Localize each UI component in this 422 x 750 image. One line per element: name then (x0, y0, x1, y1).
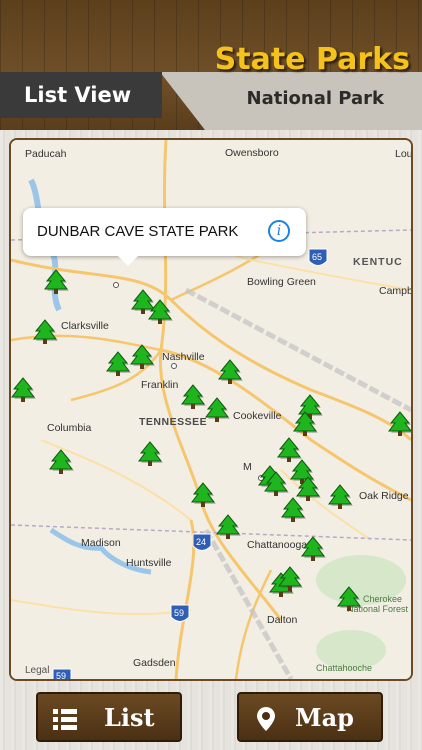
city-label: Columbia (47, 422, 92, 434)
list-button[interactable]: List (36, 692, 182, 742)
state-label: TENNESSEE (139, 416, 207, 428)
city-label: Owensboro (225, 147, 279, 159)
callout-park-name: DUNBAR CAVE STATE PARK (37, 223, 239, 240)
list-icon (53, 709, 77, 730)
list-button-label: List (104, 703, 155, 732)
svg-text:65: 65 (312, 252, 322, 262)
city-label: Dalton (267, 614, 298, 626)
city-label: Campb (379, 285, 411, 297)
city-label: Paducah (25, 148, 67, 160)
park-callout[interactable]: DUNBAR CAVE STATE PARK i (23, 208, 306, 266)
city-label: Huntsville (126, 557, 172, 569)
svg-text:59: 59 (56, 671, 66, 679)
city-label: Chattanooga (247, 539, 307, 551)
info-icon[interactable]: i (268, 220, 290, 242)
map-pin-icon (257, 707, 275, 731)
svg-text:24: 24 (196, 537, 206, 547)
city-label: Bowling Green (247, 276, 316, 288)
city-label: KENTUC (353, 256, 403, 268)
city-label: Cherokee (363, 594, 402, 604)
header-bar: State Parks List View National Park (0, 0, 422, 130)
subtitle-label: National Park (246, 88, 384, 109)
city-label: M (243, 461, 252, 473)
svg-text:59: 59 (174, 608, 184, 618)
map-button-label: Map (295, 703, 354, 732)
city-label: Madison (81, 537, 121, 549)
app-title: State Parks (214, 42, 410, 77)
highway-shield: 65 (308, 248, 328, 266)
city-label: Franklin (141, 379, 179, 391)
highway-shield: 59 (52, 668, 72, 679)
city-label: Clarksville (61, 320, 109, 332)
city-label: Gadsden (133, 657, 176, 669)
list-view-label[interactable]: List View (24, 83, 131, 107)
city-label: Lou (395, 148, 411, 160)
city-label: Oak Ridge (359, 490, 409, 502)
highway-shield: 59 (170, 604, 190, 622)
city-label: Chattahooche (316, 663, 372, 673)
map-button[interactable]: Map (237, 692, 383, 742)
city-label: Cookeville (233, 410, 282, 422)
city-label: Nashville (162, 351, 205, 363)
legal-link[interactable]: Legal (25, 665, 49, 676)
highway-shield: 24 (192, 533, 212, 551)
